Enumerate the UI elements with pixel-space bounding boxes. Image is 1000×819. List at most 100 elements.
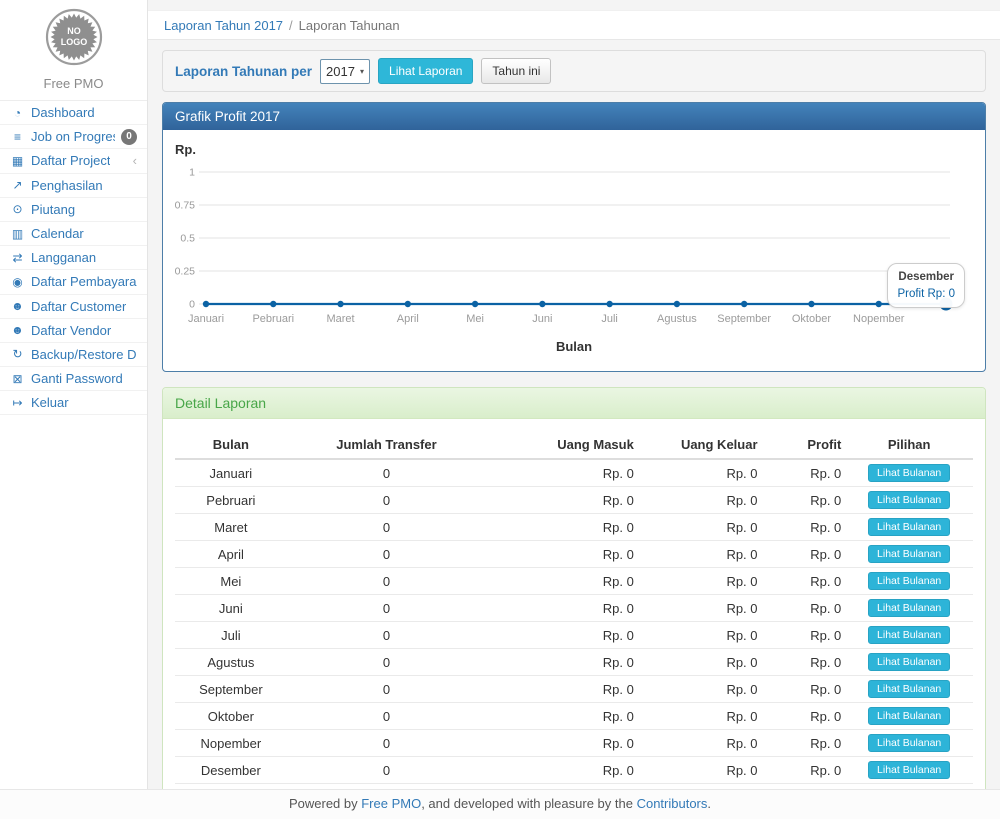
- lock-icon: ⊠: [10, 372, 25, 386]
- cell-bulan: Pebruari: [175, 487, 287, 514]
- lihat-bulanan-button[interactable]: Lihat Bulanan: [868, 464, 950, 482]
- sidebar-item-backup-restore-db[interactable]: ↻Backup/Restore DB: [0, 343, 147, 367]
- sidebar-item-daftar-customer[interactable]: ☻Daftar Customer: [0, 295, 147, 319]
- cell-profit: Rp. 0: [762, 730, 846, 757]
- current-year-button[interactable]: Tahun ini: [481, 58, 551, 84]
- chart-panel-body: Rp. 10.750.50.250JanuariPebruariMaretApr…: [163, 130, 985, 371]
- sidebar-item-label: Keluar: [31, 395, 69, 410]
- cell-pilihan: Lihat Bulanan: [845, 459, 973, 487]
- svg-text:0.75: 0.75: [175, 200, 195, 212]
- filter-label: Laporan Tahunan per: [175, 64, 312, 79]
- table-row-agustus: Agustus0Rp. 0Rp. 0Rp. 0Lihat Bulanan: [175, 649, 973, 676]
- cell-pilihan: Lihat Bulanan: [845, 757, 973, 784]
- svg-text:September: September: [717, 313, 771, 325]
- cell-uang-keluar: Rp. 0: [638, 514, 762, 541]
- cell-pilihan: Lihat Bulanan: [845, 514, 973, 541]
- cell-uang-masuk: Rp. 0: [486, 622, 638, 649]
- cell-profit: Rp. 0: [762, 622, 846, 649]
- chart-point-agustus: [674, 301, 680, 307]
- lihat-bulanan-button[interactable]: Lihat Bulanan: [868, 707, 950, 725]
- sidebar-item-ganti-password[interactable]: ⊠Ganti Password: [0, 367, 147, 391]
- column-header-pilihan: Pilihan: [845, 431, 973, 459]
- cell-jumlah-transfer: 0: [287, 703, 487, 730]
- cell-uang-keluar: Rp. 0: [638, 730, 762, 757]
- profit-line-chart: 10.750.50.250JanuariPebruariMaretAprilMe…: [175, 162, 973, 334]
- chart-point-juli: [606, 301, 612, 307]
- no-logo-badge: NOLOGO: [45, 8, 103, 66]
- sidebar-item-piutang[interactable]: ⊙Piutang: [0, 198, 147, 222]
- svg-text:Agustus: Agustus: [657, 313, 697, 325]
- cell-bulan: Juni: [175, 595, 287, 622]
- detail-report-title: Detail Laporan: [163, 388, 985, 419]
- chart-point-januari: [203, 301, 209, 307]
- cell-jumlah-transfer: 0: [287, 676, 487, 703]
- cell-uang-keluar: Rp. 0: [638, 649, 762, 676]
- footer-text: Powered by: [289, 796, 361, 811]
- sidebar-item-daftar-pembayaran[interactable]: ◉Daftar Pembayaran: [0, 270, 147, 294]
- job-progress-icon: ≡: [10, 130, 25, 144]
- view-report-button[interactable]: Lihat Laporan: [378, 58, 473, 84]
- breadcrumb-link-laporan-tahun[interactable]: Laporan Tahun 2017: [164, 18, 283, 33]
- lihat-bulanan-button[interactable]: Lihat Bulanan: [868, 653, 950, 671]
- cell-uang-masuk: Rp. 0: [486, 703, 638, 730]
- cell-uang-masuk: Rp. 0: [486, 514, 638, 541]
- lihat-bulanan-button[interactable]: Lihat Bulanan: [868, 761, 950, 779]
- column-header-bulan: Bulan: [175, 431, 287, 459]
- profit-chart-panel: Grafik Profit 2017 Rp. 10.750.50.250Janu…: [162, 102, 986, 372]
- main-content: Laporan Tahun 2017/Laporan Tahunan Lapor…: [148, 0, 1000, 819]
- cell-profit: Rp. 0: [762, 459, 846, 487]
- cell-uang-keluar: Rp. 0: [638, 757, 762, 784]
- sidebar-item-dashboard[interactable]: ◔Dashboard: [0, 101, 147, 125]
- footer-text: , and developed with pleasure by the: [421, 796, 636, 811]
- income-chart-icon: ↗: [10, 178, 25, 192]
- lihat-bulanan-button[interactable]: Lihat Bulanan: [868, 545, 950, 563]
- cell-uang-masuk: Rp. 0: [486, 595, 638, 622]
- table-row-april: April0Rp. 0Rp. 0Rp. 0Lihat Bulanan: [175, 541, 973, 568]
- cell-bulan: Januari: [175, 459, 287, 487]
- cell-uang-masuk: Rp. 0: [486, 459, 638, 487]
- cell-uang-masuk: Rp. 0: [486, 730, 638, 757]
- cell-uang-masuk: Rp. 0: [486, 757, 638, 784]
- cell-bulan: Maret: [175, 514, 287, 541]
- year-filter-panel: Laporan Tahunan per 2017 ▾ Lihat Laporan…: [162, 50, 986, 92]
- cell-pilihan: Lihat Bulanan: [845, 622, 973, 649]
- brand-name: Free PMO: [0, 76, 147, 91]
- sidebar-item-label: Penghasilan: [31, 178, 103, 193]
- cell-pilihan: Lihat Bulanan: [845, 730, 973, 757]
- sidebar-item-daftar-project[interactable]: ▦Daftar Project‹: [0, 149, 147, 173]
- cell-bulan: Desember: [175, 757, 287, 784]
- cell-profit: Rp. 0: [762, 757, 846, 784]
- svg-text:April: April: [397, 313, 419, 325]
- contributors-link[interactable]: Contributors: [637, 796, 708, 811]
- cell-bulan: Mei: [175, 568, 287, 595]
- lihat-bulanan-button[interactable]: Lihat Bulanan: [868, 626, 950, 644]
- sidebar-item-calendar[interactable]: ▥Calendar: [0, 222, 147, 246]
- lihat-bulanan-button[interactable]: Lihat Bulanan: [868, 599, 950, 617]
- sidebar-item-daftar-vendor[interactable]: ☻Daftar Vendor: [0, 319, 147, 343]
- lihat-bulanan-button[interactable]: Lihat Bulanan: [868, 680, 950, 698]
- sidebar-item-penghasilan[interactable]: ↗ Penghasilan: [0, 174, 147, 198]
- sidebar-item-label: Daftar Project: [31, 153, 110, 168]
- svg-text:0: 0: [189, 299, 195, 311]
- lihat-bulanan-button[interactable]: Lihat Bulanan: [868, 491, 950, 509]
- svg-text:Pebruari: Pebruari: [252, 313, 294, 325]
- sidebar-item-job-on-progress[interactable]: ≡Job on Progress0: [0, 125, 147, 149]
- count-badge: 0: [121, 129, 137, 145]
- money-icon: ⊙: [10, 202, 25, 216]
- sidebar-item-keluar[interactable]: ↦Keluar: [0, 391, 147, 415]
- chart-point-mei: [472, 301, 478, 307]
- footer-text: .: [707, 796, 711, 811]
- chart-point-april: [405, 301, 411, 307]
- cell-uang-keluar: Rp. 0: [638, 459, 762, 487]
- lihat-bulanan-button[interactable]: Lihat Bulanan: [868, 734, 950, 752]
- column-header-jumlah-transfer: Jumlah Transfer: [287, 431, 487, 459]
- free-pmo-link[interactable]: Free PMO: [361, 796, 421, 811]
- chart-point-pebruari: [270, 301, 276, 307]
- lihat-bulanan-button[interactable]: Lihat Bulanan: [868, 572, 950, 590]
- users-icon: ☻: [10, 299, 25, 313]
- sidebar-item-langganan[interactable]: ⇄Langganan: [0, 246, 147, 270]
- lihat-bulanan-button[interactable]: Lihat Bulanan: [868, 518, 950, 536]
- cell-bulan: Juli: [175, 622, 287, 649]
- cell-profit: Rp. 0: [762, 649, 846, 676]
- year-select[interactable]: 2017 ▾: [320, 59, 370, 84]
